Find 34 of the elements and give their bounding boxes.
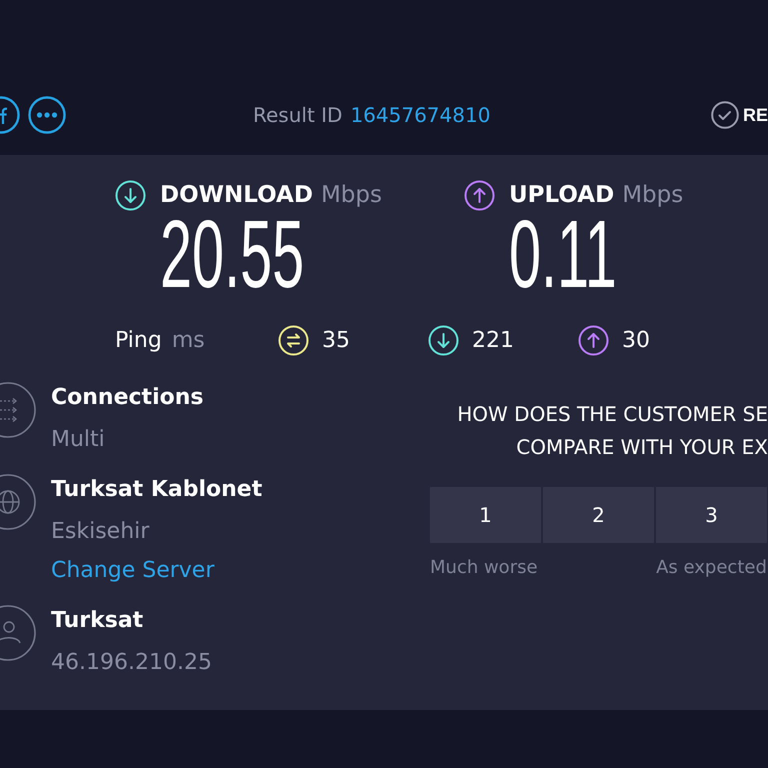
globe-icon <box>0 474 36 530</box>
result-label: Result ID <box>253 102 342 129</box>
rating-button[interactable]: 2 <box>543 487 654 543</box>
rating-button[interactable]: 1 <box>430 487 541 543</box>
more-icon[interactable] <box>28 96 66 134</box>
detail-text: 46.196.210.25 <box>51 649 212 677</box>
result-id-link[interactable]: 16457674810 <box>350 100 490 130</box>
ping-value: 35 <box>322 327 350 355</box>
arrow-up-circle-icon <box>464 180 495 211</box>
ping-value: 221 <box>472 327 514 355</box>
arrow-down-circle-icon <box>428 325 459 356</box>
unit-label: Mbps <box>320 181 382 210</box>
rating-button[interactable]: 3 <box>656 487 767 543</box>
survey-question-line: COMPARE WITH YOUR EX <box>516 434 768 461</box>
detail-title: Turksat Kablonet <box>51 476 262 504</box>
arrows-circle-icon <box>278 325 309 356</box>
survey-question-line: HOW DOES THE CUSTOMER SE <box>457 401 768 428</box>
detail-title: Connections <box>51 384 204 412</box>
detail-title: Turksat <box>51 607 144 635</box>
ping-value: 30 <box>622 327 650 355</box>
detail-text: Multi <box>51 426 105 454</box>
check-circle-icon[interactable] <box>710 101 739 129</box>
unit-label: Mbps <box>622 181 684 210</box>
header-link[interactable]: RE <box>742 102 768 128</box>
user-icon <box>0 605 36 661</box>
arrow-down-circle-icon <box>115 180 146 211</box>
detail-text: Eskisehir <box>51 518 150 546</box>
change-server-link[interactable]: Change Server <box>51 551 214 590</box>
ping-label: Ping <box>115 327 162 355</box>
arrow-up-circle-icon <box>578 325 609 356</box>
circle-f-icon[interactable] <box>0 96 20 134</box>
scale-label: Much worse <box>430 556 538 580</box>
unit-label: ms <box>172 327 205 355</box>
scale-label: As expected <box>656 556 767 580</box>
